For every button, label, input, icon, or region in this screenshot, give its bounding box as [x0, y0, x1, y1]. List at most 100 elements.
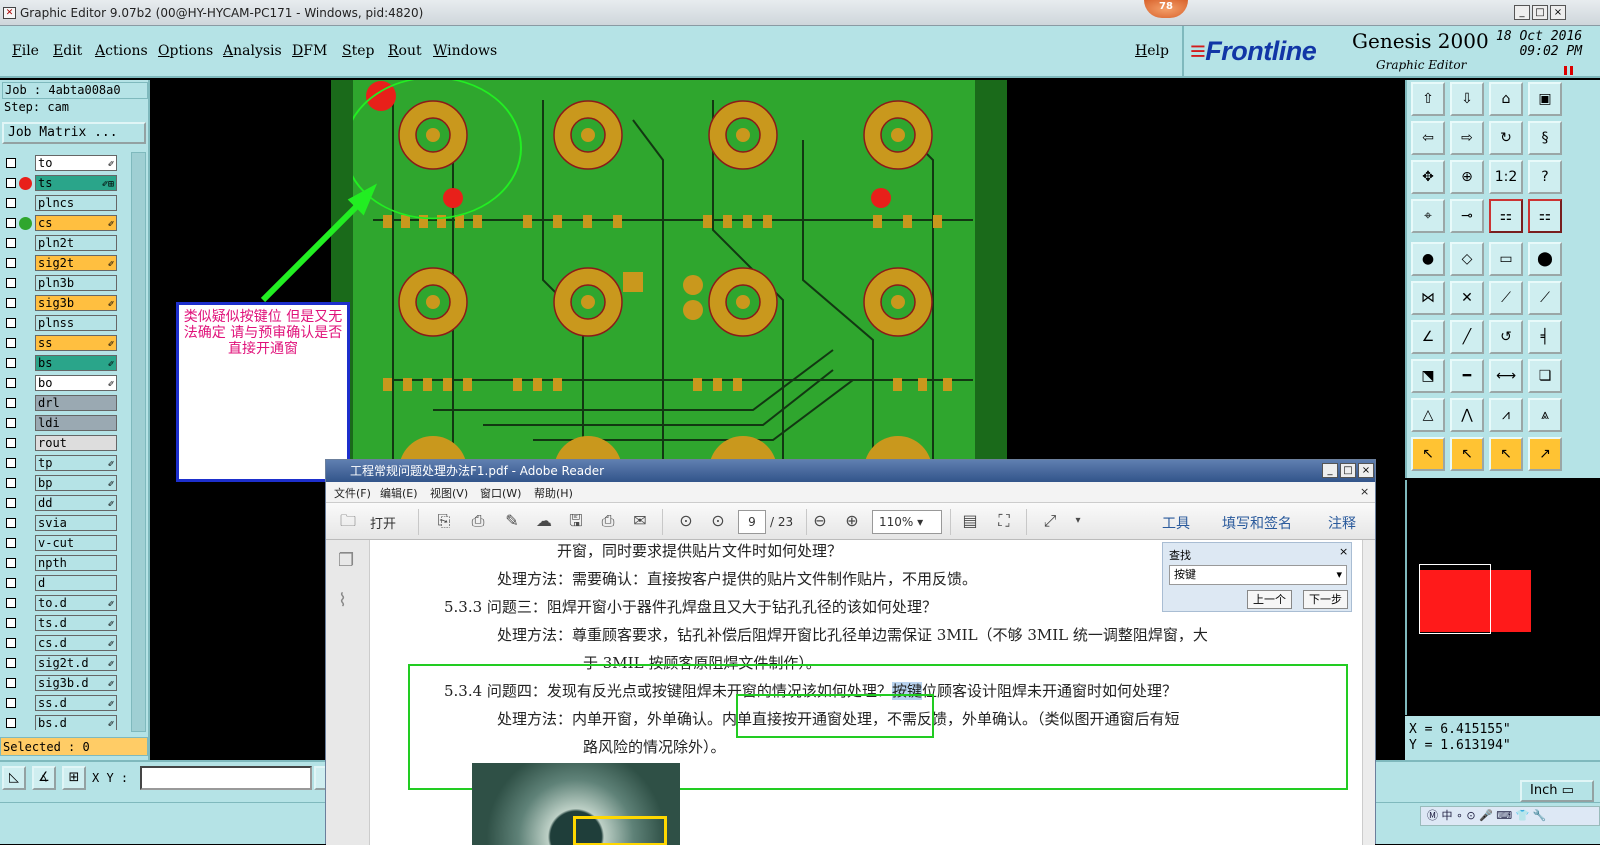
layer-name[interactable]: pln2t [35, 235, 117, 251]
find-next-button[interactable]: 下一步 [1303, 590, 1348, 609]
print-icon[interactable]: ⎙ [596, 510, 620, 534]
pointer-edit-icon[interactable]: ↖ [1489, 437, 1523, 471]
layer-row[interactable]: v-cut [2, 535, 120, 551]
fit-page-icon[interactable]: ▤ [958, 510, 982, 534]
comment-link[interactable]: 注释 [1328, 513, 1356, 533]
layer-name[interactable]: plncs [35, 195, 117, 211]
layer-row[interactable]: bp ✐ [2, 475, 120, 491]
help-icon[interactable]: ? [1528, 160, 1562, 194]
menu-file[interactable]: File [12, 43, 39, 59]
pointer-multi-icon[interactable]: ↗ [1528, 437, 1562, 471]
layer-name[interactable]: bs ✐ [35, 355, 117, 371]
redraw-icon[interactable]: ↻ [1489, 121, 1523, 155]
layer-row[interactable]: plnss [2, 315, 120, 331]
layer-row[interactable]: to.d ✐ [2, 595, 120, 611]
layer-row[interactable]: sig2t.d ✐ [2, 655, 120, 671]
hline-icon[interactable]: ━ [1450, 359, 1484, 393]
upload-icon[interactable]: ☁ [532, 510, 556, 534]
reader-menu-help[interactable]: 帮助(H) [534, 485, 573, 501]
layer-row[interactable]: svia [2, 515, 120, 531]
prev-page-icon[interactable]: ⊙ [674, 510, 698, 534]
layer-row[interactable]: dd ✐ [2, 495, 120, 511]
reader-close-button[interactable]: × [1358, 463, 1374, 478]
menu-actions[interactable]: Actions [95, 43, 148, 59]
layer-checkbox[interactable] [6, 298, 16, 308]
layer-checkbox[interactable] [6, 718, 16, 728]
layer-checkbox[interactable] [6, 598, 16, 608]
layer-checkbox[interactable] [6, 658, 16, 668]
probe-icon[interactable]: ⊸ [1450, 199, 1484, 233]
create-icon[interactable]: ⎘ [432, 510, 456, 534]
net-icon[interactable]: ⚏ [1489, 199, 1523, 233]
triangle-icon[interactable]: △ [1411, 398, 1445, 432]
reader-minimize-button[interactable]: _ [1322, 463, 1338, 478]
layer-name[interactable]: pln3b [35, 275, 117, 291]
layer-name[interactable]: sig3b ✐ [35, 295, 117, 311]
layer-row[interactable]: d [2, 575, 120, 591]
layer-name[interactable]: sig2t ✐ [35, 255, 117, 271]
layer-row[interactable]: bo ✐ [2, 375, 120, 391]
layer-scrollbar[interactable] [131, 152, 146, 732]
layer-checkbox[interactable] [6, 638, 16, 648]
overview-viewport[interactable] [1419, 564, 1491, 634]
menu-step[interactable]: Step [342, 43, 374, 59]
layer-name[interactable]: ss.d ✐ [35, 695, 117, 711]
fill-sign-link[interactable]: 填写和签名 [1222, 513, 1292, 533]
layer-checkbox[interactable] [6, 558, 16, 568]
layer-name[interactable]: drl [35, 395, 117, 411]
menu-analysis[interactable]: Analysis [223, 43, 282, 59]
close-button[interactable]: × [1550, 5, 1566, 20]
page-number-input[interactable]: 9 [738, 510, 766, 534]
layer-checkbox[interactable] [6, 338, 16, 348]
layer-checkbox[interactable] [6, 258, 16, 268]
job-matrix-button[interactable]: Job Matrix ... [2, 122, 146, 144]
layer-checkbox[interactable] [6, 438, 16, 448]
layer-name[interactable]: ts ✐⊞ [35, 175, 117, 191]
layer-name[interactable]: npth [35, 555, 117, 571]
layer-checkbox[interactable] [6, 498, 16, 508]
menu-options[interactable]: Options [158, 43, 213, 59]
layer-checkbox[interactable] [6, 618, 16, 628]
parallel-icon[interactable]: ╡ [1528, 320, 1562, 354]
layer-row[interactable]: bs.d ✐ [2, 715, 120, 730]
next-page-icon[interactable]: ⊙ [706, 510, 730, 534]
line-node-icon[interactable]: ⟋ [1489, 281, 1523, 315]
move-node-icon[interactable]: ⬔ [1411, 359, 1445, 393]
layer-row[interactable]: rout [2, 435, 120, 451]
layer-row[interactable]: npth [2, 555, 120, 571]
ruler-icon[interactable]: ▭ [1489, 242, 1523, 276]
window-icon[interactable]: ▣ [1528, 82, 1562, 116]
layer-name[interactable]: sig2t.d ✐ [35, 655, 117, 671]
scale-icon[interactable]: 1:2 [1489, 160, 1523, 194]
layer-row[interactable]: sig2t ✐ [2, 255, 120, 271]
minimize-button[interactable]: _ [1514, 5, 1530, 20]
line-node2-icon[interactable]: ⟋ [1528, 281, 1562, 315]
triangle4-icon[interactable]: ⩓ [1528, 398, 1562, 432]
find-close-icon[interactable]: × [1339, 545, 1348, 558]
menu-dfm[interactable]: DFM [292, 43, 327, 59]
pointer-select-icon[interactable]: ↖ [1450, 437, 1484, 471]
layer-row[interactable]: ts ✐⊞ [2, 175, 120, 191]
cross-icon[interactable]: ✕ [1450, 281, 1484, 315]
grid-icon[interactable]: ⊞ [62, 766, 86, 790]
layer-checkbox[interactable] [6, 518, 16, 528]
arc-icon[interactable]: ↺ [1489, 320, 1523, 354]
layer-name[interactable]: ldi [35, 415, 117, 431]
pad-icon[interactable]: ● [1411, 242, 1445, 276]
reader-doc-close-icon[interactable]: × [1360, 485, 1369, 498]
layer-name[interactable]: bo ✐ [35, 375, 117, 391]
group-icon[interactable]: ❏ [1528, 359, 1562, 393]
reader-menu-window[interactable]: 窗口(W) [480, 485, 521, 501]
menu-rout[interactable]: Rout [388, 43, 422, 59]
units-selector[interactable]: Inch ▭ [1520, 780, 1594, 802]
zoom-down-icon[interactable]: ⇩ [1450, 82, 1484, 116]
layer-checkbox[interactable] [6, 158, 16, 168]
triangle2-icon[interactable]: ⋀ [1450, 398, 1484, 432]
layer-row[interactable]: to ✐ [2, 155, 120, 171]
layer-row[interactable]: drl [2, 395, 120, 411]
pages-icon[interactable]: ❐ [338, 550, 354, 571]
more-icon[interactable]: ▾ [1066, 510, 1090, 534]
layer-row[interactable]: ldi [2, 415, 120, 431]
zoom-in-icon[interactable]: ⊕ [840, 510, 864, 534]
layer-name[interactable]: rout [35, 435, 117, 451]
